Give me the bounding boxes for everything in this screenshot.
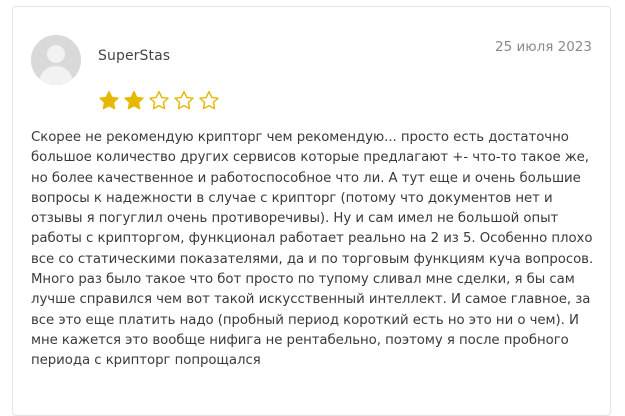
star-empty-icon	[174, 90, 194, 110]
star-empty-icon	[149, 90, 169, 110]
star-filled-icon	[124, 90, 144, 110]
user-avatar-icon	[31, 35, 81, 85]
review-card: SuperStas 25 июля 2023 Скорее не рекомен…	[12, 6, 611, 416]
review-author: SuperStas	[98, 48, 171, 64]
review-text: Скорее не рекомендую крипторг чем рекоме…	[31, 130, 594, 369]
rating-stars	[97, 89, 221, 113]
star-filled-icon	[99, 90, 119, 110]
star-empty-icon	[199, 90, 219, 110]
review-date: 25 июля 2023	[494, 39, 592, 55]
